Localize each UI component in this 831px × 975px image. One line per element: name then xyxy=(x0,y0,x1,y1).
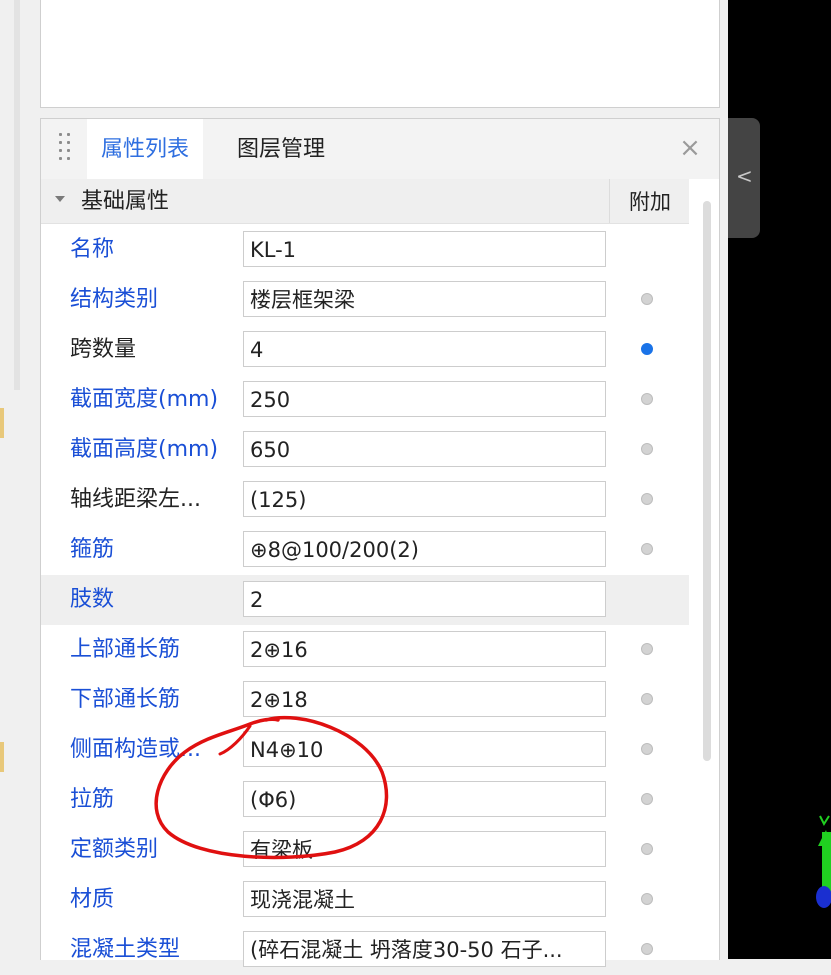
tab-layer-management[interactable]: 图层管理 xyxy=(223,119,339,179)
property-name: 定额类别 xyxy=(70,837,159,862)
property-row: 结构类别 楼层框架梁 xyxy=(41,275,689,325)
property-row: 混凝土类型 (碎石混凝土 坍落度30-50 石子... xyxy=(41,925,689,975)
attach-radio-dot[interactable] xyxy=(641,743,653,755)
attach-radio-dot[interactable] xyxy=(641,393,653,405)
property-row: 跨数量 4 xyxy=(41,325,689,375)
attach-radio-dot[interactable] xyxy=(641,943,653,955)
section-header[interactable]: 基础属性 附加 xyxy=(41,179,689,224)
property-name: 箍筋 xyxy=(70,537,115,562)
property-row: 截面高度(mm) 650 xyxy=(41,425,689,475)
tab-property-list[interactable]: 属性列表 xyxy=(87,119,204,179)
property-name: 拉筋 xyxy=(70,787,115,812)
attach-radio-dot[interactable] xyxy=(641,293,653,305)
property-name: 名称 xyxy=(70,237,115,262)
upper-panel xyxy=(40,0,720,108)
property-value-field[interactable]: KL-1 xyxy=(243,231,606,267)
property-grid: 名称 KL-1 结构类别 楼层框架梁跨数量 4 截面宽度(mm) 250 截面高度(mm) 65… xyxy=(41,225,689,975)
property-row: 截面宽度(mm) 250 xyxy=(41,375,689,425)
property-value-field[interactable]: 楼层框架梁 xyxy=(243,281,606,317)
axis-indicator-icon xyxy=(818,815,831,892)
left-scroll-track[interactable] xyxy=(14,0,20,390)
section-title: 基础属性 xyxy=(81,189,170,214)
extra-column-header: 附加 xyxy=(609,179,690,223)
axis-origin-marker xyxy=(816,886,831,908)
drag-handle-icon[interactable] xyxy=(59,133,73,163)
property-value-field[interactable]: 现浇混凝土 xyxy=(243,881,606,917)
left-edge-marker xyxy=(0,408,4,438)
property-name: 混凝土类型 xyxy=(70,937,181,962)
close-icon[interactable]: × xyxy=(677,135,703,161)
property-name: 肢数 xyxy=(70,587,115,612)
property-value-field[interactable]: 650 xyxy=(243,431,606,467)
property-name: 材质 xyxy=(70,887,115,912)
red-circle-annotation xyxy=(154,715,389,860)
left-edge-marker xyxy=(0,742,4,772)
attach-radio-dot[interactable] xyxy=(641,793,653,805)
attach-radio-dot[interactable] xyxy=(641,343,653,355)
property-value-field[interactable]: 2⊕16 xyxy=(243,631,606,667)
property-row: 箍筋 ⊕8@100/200(2) xyxy=(41,525,689,575)
collapse-panel-button[interactable]: < xyxy=(728,118,760,238)
attach-radio-dot[interactable] xyxy=(641,543,653,555)
property-name: 截面宽度(mm) xyxy=(70,387,219,412)
property-value-field[interactable]: ⊕8@100/200(2) xyxy=(243,531,606,567)
property-row: 轴线距梁左... (125) xyxy=(41,475,689,525)
property-name: 跨数量 xyxy=(70,337,137,362)
property-name: 轴线距梁左... xyxy=(70,487,201,512)
property-value-field[interactable]: 4 xyxy=(243,331,606,367)
chevron-left-icon: < xyxy=(736,164,753,188)
property-name: 上部通长筋 xyxy=(70,637,181,662)
vertical-scrollbar[interactable] xyxy=(703,201,711,761)
property-name: 结构类别 xyxy=(70,287,159,312)
property-row: 名称 KL-1 xyxy=(41,225,689,275)
attach-radio-dot[interactable] xyxy=(641,493,653,505)
attach-radio-dot[interactable] xyxy=(641,843,653,855)
property-value-field[interactable]: 2 xyxy=(243,581,606,617)
property-value-field[interactable]: (碎石混凝土 坍落度30-50 石子... xyxy=(243,931,606,967)
attach-radio-dot[interactable] xyxy=(641,443,653,455)
caret-down-icon[interactable] xyxy=(55,196,65,202)
property-value-field[interactable]: (125) xyxy=(243,481,606,517)
property-value-field[interactable]: 250 xyxy=(243,381,606,417)
attach-radio-dot[interactable] xyxy=(641,643,653,655)
property-name: 截面高度(mm) xyxy=(70,437,219,462)
property-row: 肢数 2 xyxy=(41,575,689,625)
attach-radio-dot[interactable] xyxy=(641,893,653,905)
left-edge-strip xyxy=(0,0,40,959)
property-row: 上部通长筋 2⊕16 xyxy=(41,625,689,675)
panel-tab-bar: 属性列表 图层管理 × xyxy=(41,119,719,179)
property-row: 材质 现浇混凝土 xyxy=(41,875,689,925)
attach-radio-dot[interactable] xyxy=(641,693,653,705)
